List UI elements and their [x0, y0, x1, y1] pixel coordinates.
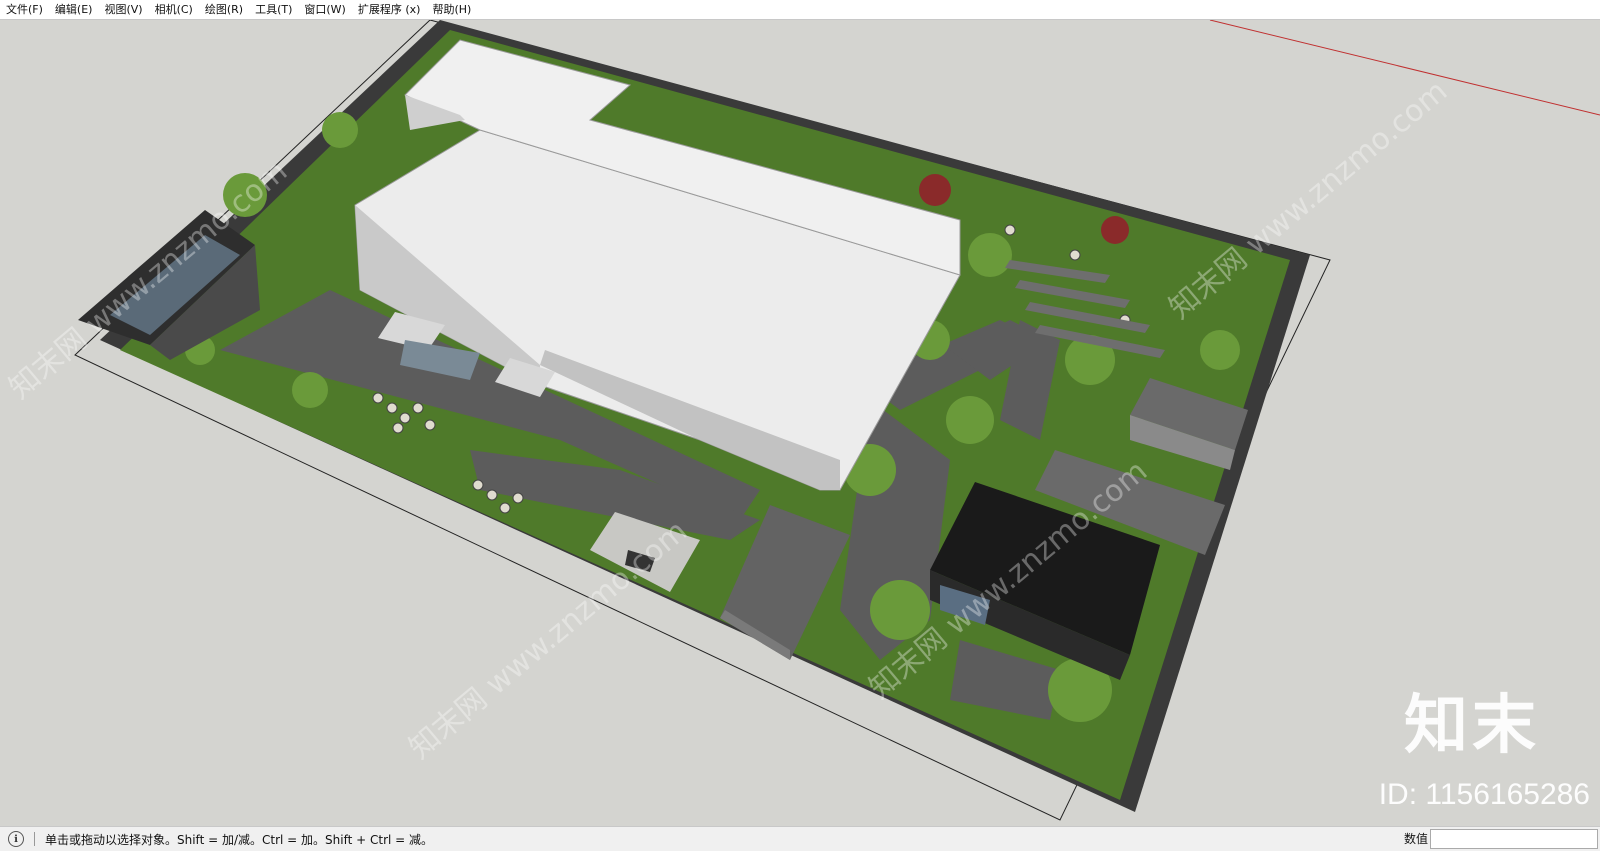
watermark-logo: 知末 — [1404, 689, 1540, 763]
menu-extensions[interactable]: 扩展程序 (x) — [352, 0, 427, 19]
menu-help[interactable]: 帮助(H) — [426, 0, 477, 19]
svg-text:知末网 www.znzmo.com: 知末网 www.znzmo.com — [403, 514, 694, 766]
model-viewport[interactable]: 知末网 www.znzmo.com 知末网 www.znzmo.com 知末网 … — [0, 20, 1600, 826]
help-icon[interactable]: ℹ — [8, 831, 24, 847]
measure-label: 数值 — [1403, 832, 1428, 846]
status-divider — [34, 832, 35, 846]
svg-text:知末网 www.znzmo.com: 知末网 www.znzmo.com — [1163, 74, 1454, 326]
menu-file[interactable]: 文件(F) — [0, 0, 49, 19]
status-bar: ℹ 单击或拖动以选择对象。Shift = 加/减。Ctrl = 加。Shift … — [0, 826, 1600, 851]
measure-input[interactable] — [1430, 829, 1598, 849]
3d-scene: 知末网 www.znzmo.com 知末网 www.znzmo.com 知末网 … — [3, 20, 1600, 821]
menu-edit[interactable]: 编辑(E) — [49, 0, 99, 19]
menu-window[interactable]: 窗口(W) — [298, 0, 351, 19]
menu-view[interactable]: 视图(V) — [98, 0, 148, 19]
menu-tools[interactable]: 工具(T) — [249, 0, 298, 19]
menu-draw[interactable]: 绘图(R) — [199, 0, 249, 19]
status-hint: 单击或拖动以选择对象。Shift = 加/减。Ctrl = 加。Shift + … — [45, 832, 434, 847]
watermark-id: ID: 1156165286 — [1378, 778, 1590, 811]
menu-bar: 文件(F) 编辑(E) 视图(V) 相机(C) 绘图(R) 工具(T) 窗口(W… — [0, 0, 1600, 20]
menu-camera[interactable]: 相机(C) — [149, 0, 199, 19]
